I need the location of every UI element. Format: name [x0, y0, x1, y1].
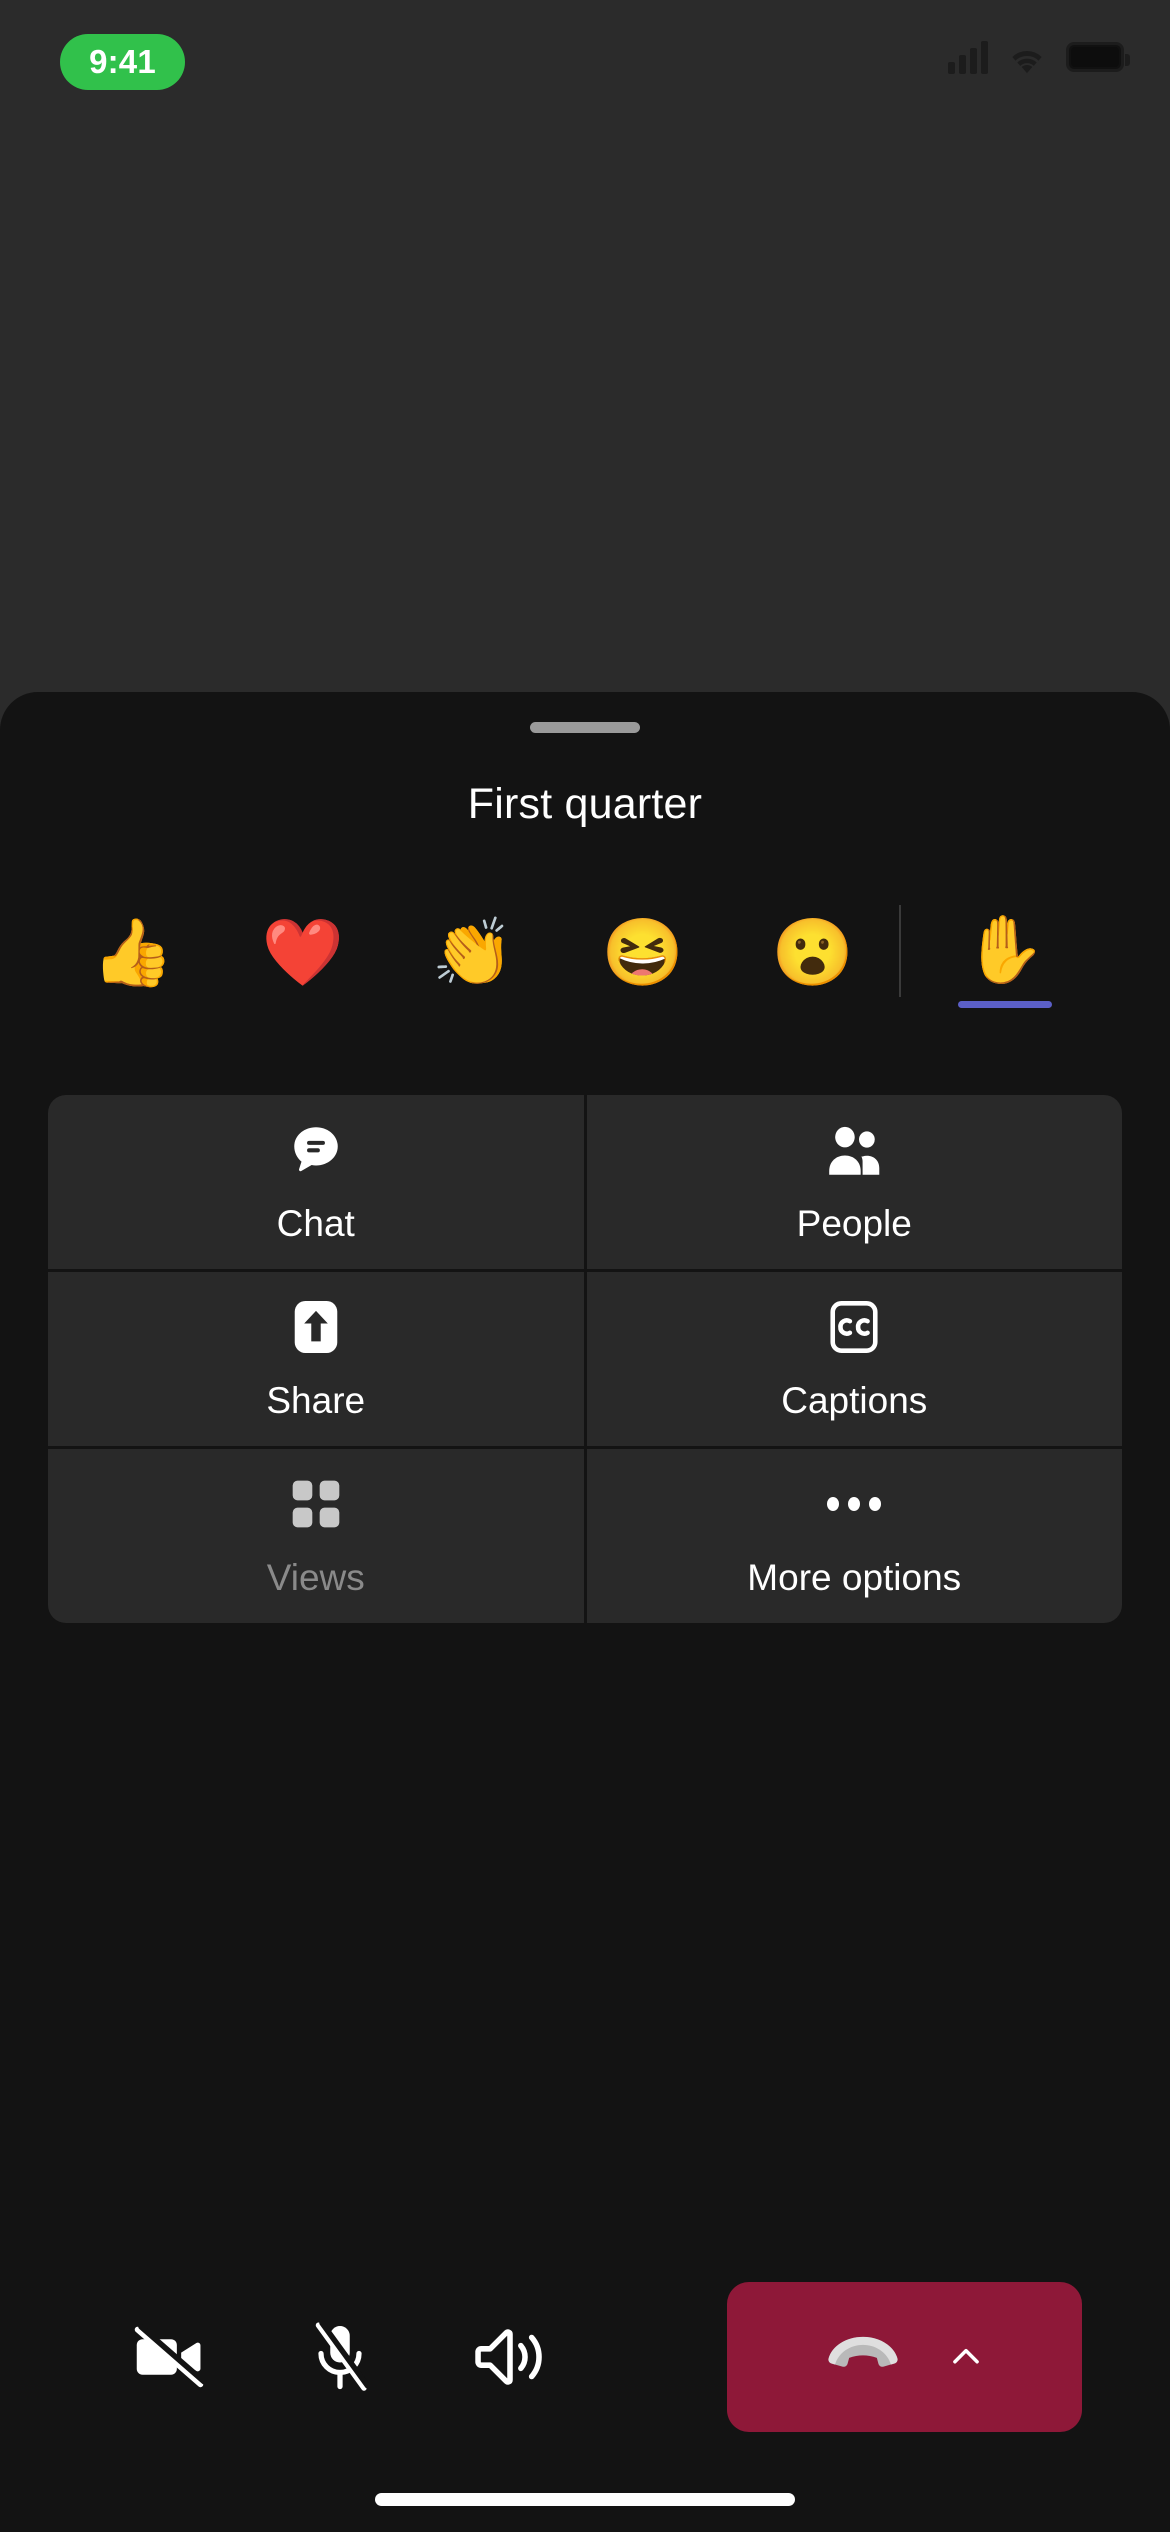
action-label: Views — [266, 1557, 365, 1598]
action-chat[interactable]: Chat — [48, 1095, 584, 1269]
action-label: Chat — [276, 1203, 355, 1244]
wifi-icon — [1012, 50, 1042, 74]
hang-up-phone-icon — [827, 2336, 898, 2367]
status-indicators — [948, 40, 1130, 74]
speaker-toggle-button[interactable] — [425, 2262, 595, 2452]
action-label: More options — [747, 1557, 962, 1598]
share-upload-icon — [290, 1296, 342, 1358]
speaker-on-icon — [475, 2329, 542, 2385]
reactions-row: 👍 ❤️ 👏 😆 😮 ✋ — [0, 897, 1170, 1022]
status-time-pill: 9:41 — [60, 34, 185, 90]
microphone-toggle-button[interactable] — [255, 2262, 425, 2452]
action-more-options[interactable]: More options — [586, 1449, 1122, 1623]
call-control-bar — [0, 2262, 1170, 2452]
reaction-applause[interactable]: 👏 — [388, 897, 558, 1007]
people-icon — [823, 1119, 885, 1181]
camera-off-icon — [134, 2324, 207, 2388]
page-title: First quarter — [467, 780, 703, 828]
action-label: Captions — [781, 1380, 928, 1421]
camera-toggle-button[interactable] — [85, 2262, 255, 2452]
action-people[interactable]: People — [586, 1095, 1122, 1269]
raise-hand-button[interactable]: ✋ — [920, 897, 1090, 1022]
home-indicator — [375, 2493, 795, 2506]
reaction-emoji-group: 👍 ❤️ 👏 😆 😮 — [48, 897, 898, 1022]
hang-up-button[interactable] — [727, 2282, 1082, 2432]
microphone-off-icon — [315, 2321, 370, 2391]
chat-bubble-icon — [287, 1119, 345, 1181]
cellular-signal-icon — [948, 40, 988, 74]
status-time: 9:41 — [89, 43, 156, 80]
raise-hand-icon: ✋ — [963, 912, 1047, 986]
ellipsis-icon — [823, 1473, 885, 1535]
action-label: Share — [266, 1380, 366, 1421]
action-captions[interactable]: Captions — [586, 1272, 1122, 1446]
battery-icon — [1066, 42, 1130, 72]
action-sheet: First quarter 👍 ❤️ 👏 😆 😮 ✋ Chat People S… — [0, 692, 1170, 2532]
action-share[interactable]: Share — [48, 1272, 584, 1446]
closed-captions-icon — [825, 1296, 883, 1358]
raise-hand-active-indicator — [958, 1001, 1052, 1008]
reaction-like[interactable]: 👍 — [48, 897, 218, 1007]
reaction-heart[interactable]: ❤️ — [218, 897, 388, 1007]
reactions-divider — [899, 905, 901, 997]
chevron-up-icon — [952, 2348, 979, 2364]
sheet-drag-handle[interactable] — [530, 722, 640, 733]
action-grid: Chat People Share Captions Views More op… — [48, 1095, 1122, 1623]
reaction-laugh[interactable]: 😆 — [558, 897, 728, 1007]
phone-screen: 9:41 First quarter 👍 ❤️ 👏 😆 😮 ✋ Chat Peo… — [0, 0, 1170, 2532]
action-label: People — [796, 1203, 912, 1244]
reaction-surprised[interactable]: 😮 — [728, 897, 898, 1007]
grid-views-icon — [289, 1473, 343, 1535]
action-views[interactable]: Views — [48, 1449, 584, 1623]
status-bar: 9:41 — [0, 0, 1170, 120]
